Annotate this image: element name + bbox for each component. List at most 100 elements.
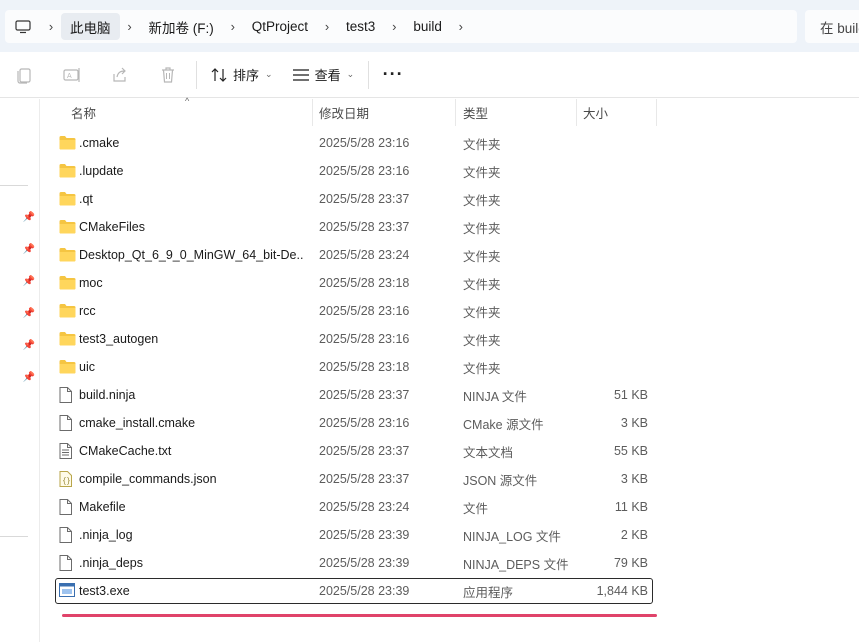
folder-icon <box>59 275 76 291</box>
file-date: 2025/5/28 23:24 <box>319 248 410 262</box>
nav-divider <box>0 185 28 186</box>
breadcrumb-item-drive[interactable]: 新加卷 (F:) <box>140 13 223 40</box>
file-date: 2025/5/28 23:37 <box>319 472 410 486</box>
file-type: 文件夹 <box>463 361 501 376</box>
file-row[interactable]: cmake_install.cmake 2025/5/28 23:16 CMake … <box>55 410 653 436</box>
chevron-right-icon[interactable]: › <box>223 10 243 43</box>
file-row[interactable]: Desktop_Qt_6_9_0_MinGW_64_bit-De... 2025/… <box>55 242 653 268</box>
column-header-date[interactable]: 修改日期 <box>310 99 454 126</box>
pin-icon[interactable]: 📌 <box>23 339 35 351</box>
nav-divider <box>0 536 28 537</box>
chevron-right-icon[interactable]: › <box>451 10 471 43</box>
file-date: 2025/5/28 23:18 <box>319 360 410 374</box>
more-options-button[interactable]: ··· <box>373 59 413 91</box>
delete-icon[interactable] <box>144 52 192 98</box>
file-row[interactable]: {} compile_commands.json 2025/5/28 23:37 JS… <box>55 466 653 492</box>
file-date: 2025/5/28 23:24 <box>319 500 410 514</box>
address-bar[interactable]: › 此电脑 › 新加卷 (F:) › QtProject › test3 › b… <box>5 10 797 43</box>
file-size: 2 KB <box>620 528 648 542</box>
file-name: test3.exe <box>79 584 130 598</box>
folder-icon <box>59 191 76 207</box>
breadcrumb-item-qtproject[interactable]: QtProject <box>243 13 317 40</box>
breadcrumb-item-test3[interactable]: test3 <box>337 13 384 40</box>
file-row[interactable]: test3_autogen 2025/5/28 23:16 文件夹 <box>55 326 653 352</box>
file-name: compile_commands.json <box>79 472 217 486</box>
chevron-right-icon[interactable]: › <box>120 10 140 43</box>
file-row[interactable]: uic 2025/5/28 23:18 文件夹 <box>55 354 653 380</box>
chevron-right-icon[interactable]: › <box>384 10 404 43</box>
breadcrumb-item-build[interactable]: build <box>404 13 451 40</box>
file-name: test3_autogen <box>79 332 159 346</box>
file-row[interactable]: CMakeCache.txt 2025/5/28 23:37 文本文档 55 KB <box>55 438 653 464</box>
pin-icon[interactable]: 📌 <box>23 211 35 223</box>
file-name: CMakeFiles <box>79 220 145 234</box>
file-row[interactable]: .cmake 2025/5/28 23:16 文件夹 <box>55 130 653 156</box>
search-input[interactable]: 在 build 中搜索 <box>805 10 859 43</box>
file-size: 3 KB <box>620 416 648 430</box>
folder-icon <box>59 219 76 235</box>
file-type: NINJA_LOG 文件 <box>463 529 561 544</box>
file-type: 文件夹 <box>463 193 501 208</box>
text-file-icon <box>59 443 76 459</box>
folder-icon <box>59 331 76 347</box>
chevron-right-icon[interactable]: › <box>317 10 337 43</box>
json-file-icon: {} <box>59 471 76 487</box>
pin-icon[interactable]: 📌 <box>23 307 35 319</box>
sort-label: 排序 <box>233 68 260 83</box>
column-divider[interactable] <box>656 99 657 126</box>
file-row[interactable]: .ninja_deps 2025/5/28 23:39 NINJA_DEPS 文件 7… <box>55 550 653 576</box>
breadcrumb-item-this-pc[interactable]: 此电脑 <box>61 13 120 40</box>
navigation-pane[interactable]: 📌 📌 📌 📌 📌 📌 <box>0 99 40 642</box>
file-date: 2025/5/28 23:16 <box>319 164 410 178</box>
file-date: 2025/5/28 23:16 <box>319 416 410 430</box>
file-type: 文件夹 <box>463 333 501 348</box>
svg-text:A: A <box>67 73 72 80</box>
sort-button[interactable]: 排序 ⌄ <box>201 59 283 91</box>
command-bar: A 排序 ⌄ 查看 ⌄ ··· <box>0 52 859 98</box>
folder-icon <box>59 163 76 179</box>
file-date: 2025/5/28 23:16 <box>319 332 410 346</box>
file-icon <box>59 555 76 571</box>
file-date: 2025/5/28 23:16 <box>319 304 410 318</box>
share-icon[interactable] <box>96 52 144 98</box>
file-type: 文件夹 <box>463 277 501 292</box>
file-date: 2025/5/28 23:16 <box>319 136 410 150</box>
copy-icon[interactable] <box>0 52 48 98</box>
chevron-right-icon[interactable]: › <box>41 10 61 43</box>
file-row[interactable]: CMakeFiles 2025/5/28 23:37 文件夹 <box>55 214 653 240</box>
folder-icon <box>59 135 76 151</box>
file-name: Makefile <box>79 500 126 514</box>
pin-icon[interactable]: 📌 <box>23 371 35 383</box>
pin-icon[interactable]: 📌 <box>23 243 35 255</box>
file-row[interactable]: moc 2025/5/28 23:18 文件夹 <box>55 270 653 296</box>
file-type: 文件 <box>463 501 489 516</box>
file-size: 1,844 KB <box>596 584 648 598</box>
sort-ascending-icon: ^ <box>185 96 190 106</box>
column-header-size[interactable]: 大小 <box>574 99 656 126</box>
pin-icon[interactable]: 📌 <box>23 275 35 287</box>
file-type: 文件夹 <box>463 137 501 152</box>
file-name: CMakeCache.txt <box>79 444 172 458</box>
chevron-down-icon: ⌄ <box>265 69 273 79</box>
file-row[interactable]: .lupdate 2025/5/28 23:16 文件夹 <box>55 158 653 184</box>
file-date: 2025/5/28 23:39 <box>319 584 410 598</box>
this-pc-icon[interactable] <box>5 10 41 43</box>
file-name: .lupdate <box>79 164 124 178</box>
toolbar-divider <box>196 60 197 89</box>
column-header-row: 名称 ^ 修改日期 类型 大小 <box>42 96 859 126</box>
file-row[interactable]: Makefile 2025/5/28 23:24 文件 11 KB <box>55 494 653 520</box>
rename-icon[interactable]: A <box>48 52 96 98</box>
file-row[interactable]: .qt 2025/5/28 23:37 文件夹 <box>55 186 653 212</box>
file-row[interactable]: .ninja_log 2025/5/28 23:39 NINJA_LOG 文件 2 K… <box>55 522 653 548</box>
file-type: 文件夹 <box>463 221 501 236</box>
file-row[interactable]: rcc 2025/5/28 23:16 文件夹 <box>55 298 653 324</box>
view-button[interactable]: 查看 ⌄ <box>283 59 365 91</box>
file-row[interactable]: build.ninja 2025/5/28 23:37 NINJA 文件 51 KB <box>55 382 653 408</box>
file-name: Desktop_Qt_6_9_0_MinGW_64_bit-De... <box>79 248 304 262</box>
column-header-type[interactable]: 类型 <box>454 99 576 126</box>
application-icon <box>59 583 76 599</box>
chevron-down-icon: ⌄ <box>346 69 355 79</box>
file-row-selected[interactable]: test3.exe 2025/5/28 23:39 应用程序 1,844 KB <box>55 578 653 604</box>
file-icon <box>59 527 76 543</box>
file-type: 文件夹 <box>463 165 501 180</box>
